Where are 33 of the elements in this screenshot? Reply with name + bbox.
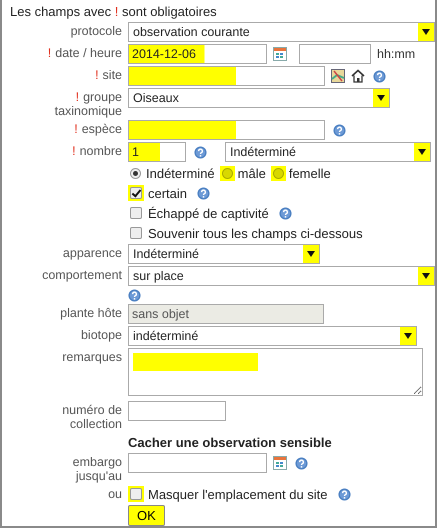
field-label: biotope — [80, 327, 122, 342]
number-field[interactable]: 1 — [128, 142, 186, 162]
field-label: plante hôte — [60, 305, 122, 320]
field-label: ! site — [95, 67, 122, 82]
field-label: remarques — [62, 349, 122, 364]
required-fields-notice: Les champs avec ! sont obligatoires — [10, 4, 218, 19]
checkbox-label: Masquer l'emplacement du site — [148, 486, 328, 502]
dropdown[interactable]: sur place — [128, 266, 435, 286]
field-label: apparence — [62, 245, 122, 260]
dropdown[interactable]: Indéterminé — [225, 142, 431, 162]
checkbox-label: certain — [148, 186, 188, 200]
date-field[interactable]: 2014-12-06 — [128, 44, 267, 64]
time-format-hint: hh:mm — [377, 47, 416, 61]
dropdown[interactable]: Indéterminé — [128, 244, 320, 264]
ok-button[interactable]: OK — [128, 505, 165, 526]
field-label: ! nombre — [72, 143, 122, 158]
field-label: numéro de collection — [61, 402, 122, 431]
radio-label: mâle — [238, 166, 266, 180]
checkbox-label: Échappé de captivité — [148, 206, 269, 220]
field-label: comportement — [42, 267, 122, 282]
section-heading: Cacher une observation sensible — [128, 434, 332, 451]
field-label: protocole — [70, 23, 122, 38]
dropdown[interactable]: Oiseaux — [128, 88, 390, 108]
field-label: ou — [108, 486, 122, 501]
field-label: ! groupe taxinomique — [54, 89, 122, 118]
field-label: ! espèce — [74, 121, 122, 136]
field-label: embargo jusqu'au — [72, 454, 122, 483]
radio-label: femelle — [288, 166, 331, 180]
field-label: ! date / heure — [48, 45, 122, 60]
checkbox-label: Souvenir tous les champs ci-dessous — [148, 226, 363, 240]
dropdown[interactable]: indéterminé — [128, 326, 417, 346]
dropdown[interactable]: observation courante — [128, 22, 435, 42]
radio-label: Indéterminé — [146, 166, 215, 180]
